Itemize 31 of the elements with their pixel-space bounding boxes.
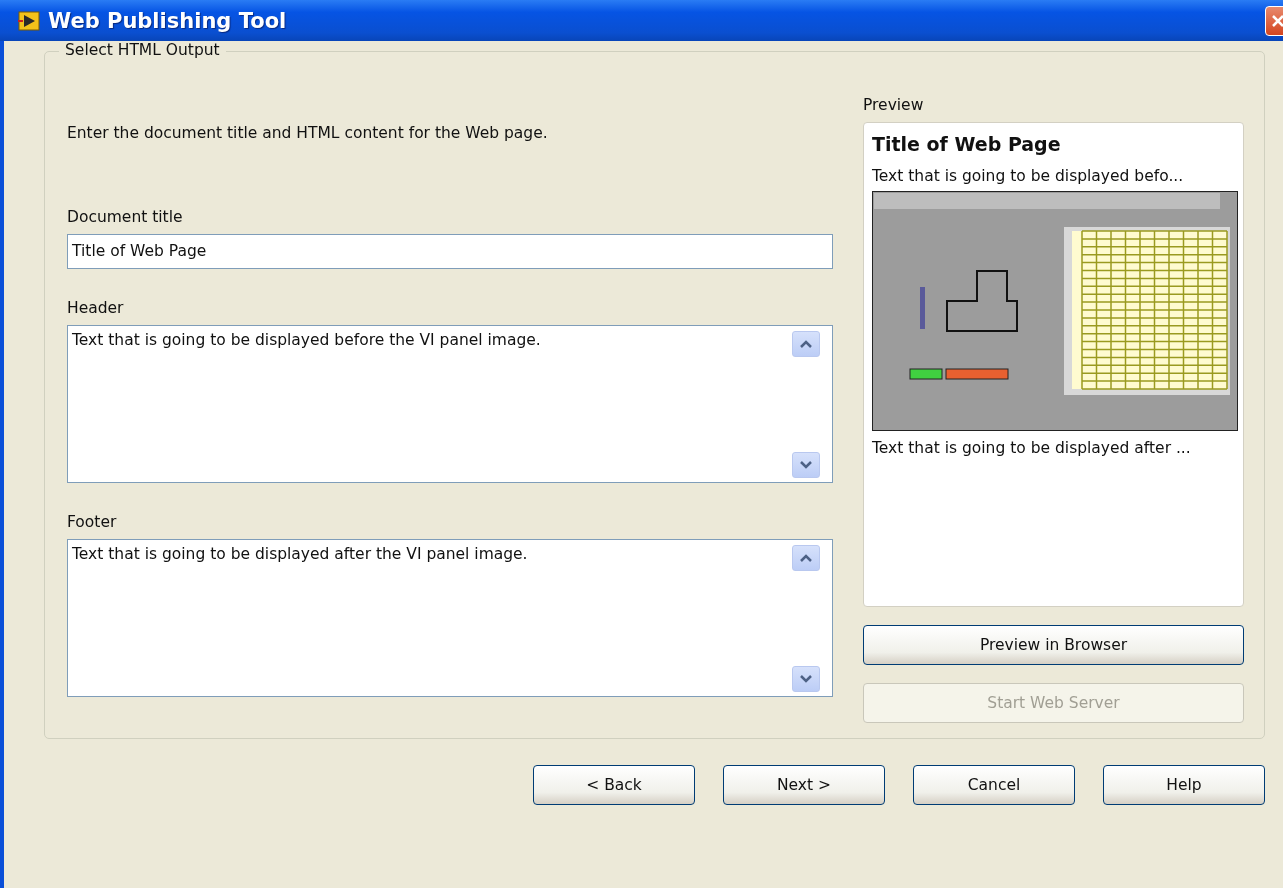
window-title: Web Publishing Tool <box>48 8 288 33</box>
instruction-text: Enter the document title and HTML content for the Web page. <box>67 124 549 142</box>
field-label: Document title <box>67 208 184 226</box>
preview-header-text: Text that is going to be displayed befo... <box>872 167 1185 185</box>
preview-title: Title of Web Page <box>872 133 1062 155</box>
preview-label: Preview <box>863 96 925 114</box>
chevron-down-icon <box>799 674 813 684</box>
close-icon <box>1271 13 1283 28</box>
chevron-down-icon <box>799 460 813 470</box>
chevron-up-icon <box>799 553 813 563</box>
dialog-button[interactable]: Next > <box>723 765 885 805</box>
scroll-down-button[interactable] <box>792 452 820 478</box>
side-button[interactable]: Preview in Browser <box>863 625 1244 665</box>
dialog-button[interactable]: Cancel <box>913 765 1075 805</box>
text-area[interactable]: Text that is going to be displayed before the VI panel image. <box>67 325 833 483</box>
preview-footer-text: Text that is going to be displayed after ... <box>872 439 1192 457</box>
scroll-down-button[interactable] <box>792 666 820 692</box>
scroll-up-button[interactable] <box>792 331 820 357</box>
app-icon <box>18 10 40 31</box>
text-area[interactable]: Text that is going to be displayed after the VI panel image. <box>67 539 833 697</box>
text-field[interactable]: Title of Web Page <box>67 234 833 269</box>
field-label: Footer <box>67 513 118 531</box>
dialog-button[interactable]: Help <box>1103 765 1265 805</box>
field-label: Header <box>67 299 125 317</box>
text-area-content: Text that is going to be displayed before the VI panel image. <box>71 330 542 351</box>
text-area-content: Text that is going to be displayed after the VI panel image. <box>71 544 529 565</box>
group-title: Select HTML Output <box>59 41 226 59</box>
scroll-up-button[interactable] <box>792 545 820 571</box>
chevron-up-icon <box>799 339 813 349</box>
dialog-button[interactable]: < Back <box>533 765 695 805</box>
close-button[interactable] <box>1265 5 1283 36</box>
